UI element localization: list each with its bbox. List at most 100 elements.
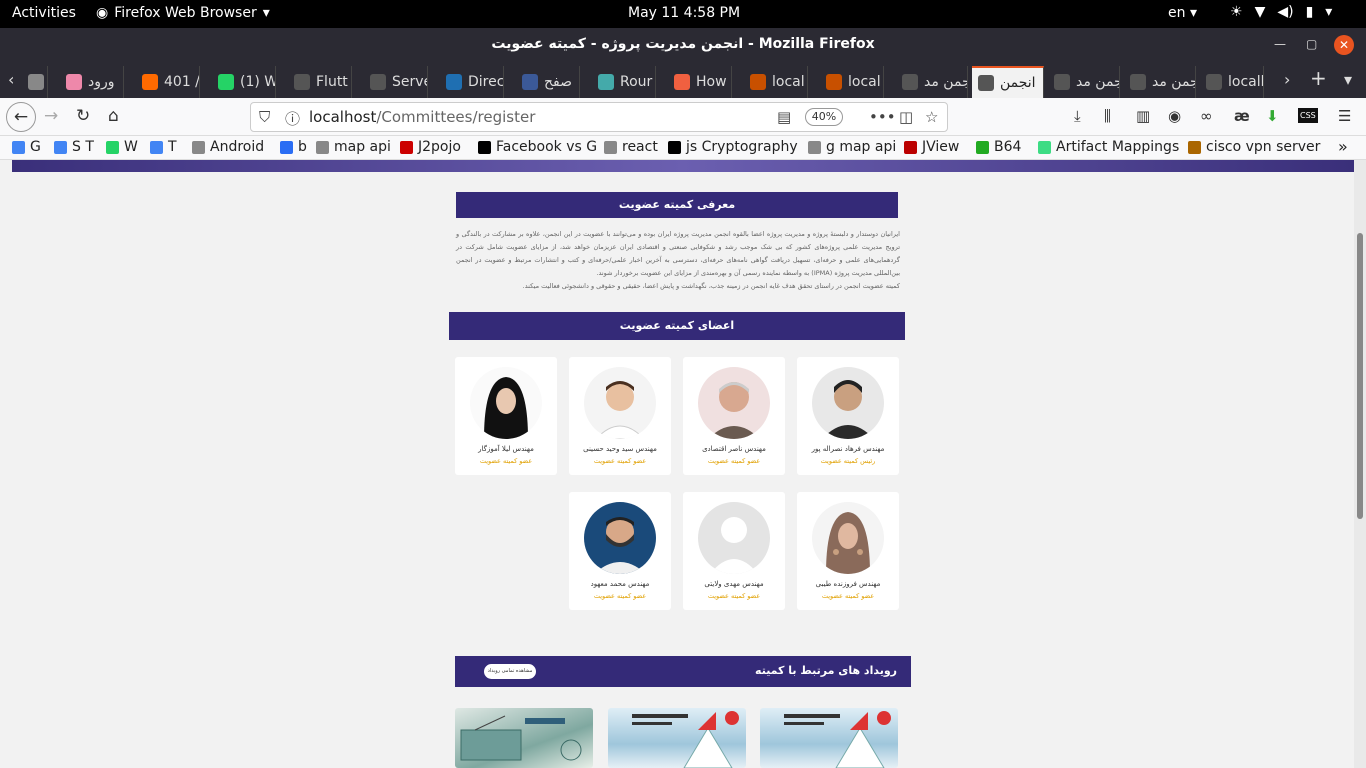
back-icon[interactable]: ← bbox=[6, 102, 36, 132]
page-scrollbar[interactable] bbox=[1354, 160, 1366, 768]
extension-css-icon[interactable]: CSS bbox=[1298, 108, 1318, 123]
library-icon[interactable]: ⫼ bbox=[1104, 107, 1111, 125]
bookmark-label: g map api bbox=[826, 139, 897, 155]
tab-list-icon[interactable]: ▾ bbox=[1344, 70, 1352, 89]
tab-favicon-icon bbox=[1054, 74, 1070, 90]
browser-tab[interactable]: 401 / bbox=[136, 66, 200, 98]
browser-tab[interactable]: انجمن مد bbox=[1124, 66, 1196, 98]
maximize-icon[interactable]: ▢ bbox=[1306, 37, 1317, 51]
bookmark-item[interactable]: Artifact Mappings bbox=[1038, 139, 1179, 155]
bookmark-favicon-icon bbox=[668, 140, 681, 154]
bookmark-item[interactable]: react bbox=[604, 139, 658, 155]
page-actions-icon[interactable]: ••• bbox=[869, 108, 896, 126]
system-tray[interactable]: ☀ ▼ ◀) ▮ ▾ bbox=[1230, 4, 1332, 20]
reader-view-icon[interactable]: ▤ bbox=[777, 108, 791, 126]
event-card[interactable] bbox=[760, 708, 898, 768]
tabs-scroll-right-icon[interactable]: › bbox=[1284, 70, 1290, 89]
app-menu[interactable]: ◉ Firefox Web Browser ▾ bbox=[96, 5, 270, 21]
url-text[interactable]: localhost/Committees/register bbox=[309, 108, 535, 126]
bookmark-item[interactable]: W bbox=[106, 139, 138, 155]
bookmark-favicon-icon bbox=[106, 140, 119, 154]
activities-button[interactable]: Activities bbox=[12, 5, 76, 21]
tab-label: local bbox=[848, 74, 881, 90]
clock[interactable]: May 11 4:58 PM bbox=[628, 5, 740, 21]
shield-icon[interactable]: ⛉ bbox=[259, 108, 270, 126]
member-card[interactable]: مهندس سید وحید حسینی عضو کمیته عضویت bbox=[569, 357, 671, 475]
bookmark-item[interactable]: cisco vpn server bbox=[1188, 139, 1320, 155]
bookmark-item[interactable]: G bbox=[12, 139, 41, 155]
bookmarks-bar: G S T W T Android b map api J2pojo Facebook vs G… bbox=[0, 136, 1366, 160]
member-card[interactable]: مهندس فرهاد نصراله پور رئیس کمیته عضویت bbox=[797, 357, 899, 475]
bookmark-star-icon[interactable]: ☆ bbox=[925, 108, 938, 126]
bookmark-item[interactable]: Facebook vs G bbox=[478, 139, 597, 155]
browser-tab[interactable]: انجمن مد bbox=[896, 66, 968, 98]
browser-tab[interactable]: Rour bbox=[592, 66, 656, 98]
bookmark-item[interactable]: map api bbox=[316, 139, 391, 155]
bookmark-item[interactable]: js Cryptography bbox=[668, 139, 798, 155]
extension-ae-icon[interactable]: æ bbox=[1234, 107, 1250, 125]
bookmark-item[interactable]: S T bbox=[54, 139, 94, 155]
bookmark-item[interactable]: g map api bbox=[808, 139, 896, 155]
browser-tab[interactable]: an bbox=[22, 66, 48, 98]
bookmark-item[interactable]: b bbox=[280, 139, 307, 155]
tab-favicon-icon bbox=[1206, 74, 1222, 90]
minimize-icon[interactable]: — bbox=[1274, 37, 1286, 51]
bookmark-item[interactable]: Android bbox=[192, 139, 264, 155]
member-card[interactable]: مهندس محمد معهود عضو کمیته عضویت bbox=[569, 492, 671, 610]
url-bar[interactable]: ⛉ ⓘ localhost/Committees/register ▤ 40% … bbox=[250, 102, 948, 132]
account-icon[interactable]: ◉ bbox=[1168, 107, 1181, 125]
intro-heading: معرفی کمیته عضویت bbox=[456, 192, 898, 218]
intro-text: ایرانیان دوستدار و دلبستهٔ پروژه و مدیری… bbox=[456, 228, 900, 293]
browser-tab[interactable]: انجمن مد bbox=[1048, 66, 1120, 98]
tab-label: انجمن مد bbox=[1152, 74, 1195, 90]
extension-icon[interactable]: ∞ bbox=[1200, 107, 1213, 125]
member-card[interactable]: مهندس فروزنده طیبی عضو کمیته عضویت bbox=[797, 492, 899, 610]
bookmark-item[interactable]: JView bbox=[904, 139, 959, 155]
browser-tab[interactable]: Direc bbox=[440, 66, 504, 98]
reload-icon[interactable]: ↻ bbox=[76, 106, 90, 126]
scrollbar-thumb[interactable] bbox=[1357, 233, 1363, 519]
browser-tab[interactable]: صفح bbox=[516, 66, 580, 98]
browser-tab[interactable]: ورود bbox=[60, 66, 124, 98]
close-window-button[interactable]: ✕ bbox=[1334, 35, 1354, 55]
bookmarks-overflow-icon[interactable]: » bbox=[1338, 137, 1348, 156]
member-name: مهندس ناصر اقتصادی bbox=[702, 445, 766, 453]
zoom-level[interactable]: 40% bbox=[805, 108, 843, 126]
bookmark-item[interactable]: J2pojo bbox=[400, 139, 461, 155]
member-card[interactable]: مهندس مهدی ولایتی عضو کمیته عضویت bbox=[683, 492, 785, 610]
brightness-icon: ☀ bbox=[1230, 4, 1243, 20]
bookmark-item[interactable]: B64 bbox=[976, 139, 1021, 155]
home-icon[interactable]: ⌂ bbox=[108, 106, 119, 126]
info-icon[interactable]: ⓘ bbox=[285, 108, 300, 129]
browser-tab[interactable]: (1) W bbox=[212, 66, 276, 98]
event-card[interactable] bbox=[455, 708, 593, 768]
tab-favicon-icon bbox=[66, 74, 82, 90]
browser-tab[interactable]: local bbox=[820, 66, 884, 98]
member-card[interactable]: مهندس ناصر اقتصادی عضو کمیته عضویت bbox=[683, 357, 785, 475]
member-card[interactable]: مهندس لیلا آموزگار عضو کمیته عضویت bbox=[455, 357, 557, 475]
volume-icon: ◀) bbox=[1277, 4, 1294, 20]
browser-tab[interactable]: Serve bbox=[364, 66, 428, 98]
events-header: رویداد های مرتبط با کمیته مشاهده تمامی ر… bbox=[455, 656, 911, 687]
view-all-events-button[interactable]: مشاهده تمامی رویداد bbox=[484, 664, 536, 679]
extension-android-icon[interactable]: ⬇ bbox=[1266, 107, 1279, 125]
close-tab-icon[interactable]: ✕ bbox=[1042, 75, 1043, 91]
browser-tab[interactable]: local bbox=[744, 66, 808, 98]
bookmark-label: js Cryptography bbox=[686, 139, 798, 155]
tabs-scroll-left-icon[interactable]: ‹ bbox=[8, 70, 14, 89]
event-card[interactable] bbox=[608, 708, 746, 768]
browser-tab[interactable]: How bbox=[668, 66, 732, 98]
browser-tab[interactable]: Flutt bbox=[288, 66, 352, 98]
downloads-icon[interactable]: ⤓ bbox=[1074, 107, 1081, 125]
sidebar-icon[interactable]: ▥ bbox=[1136, 107, 1150, 125]
bookmark-item[interactable]: T bbox=[150, 139, 177, 155]
browser-tab[interactable]: انجمن ✕ bbox=[972, 66, 1044, 98]
browser-tab[interactable]: localhos bbox=[1200, 66, 1264, 98]
language-indicator[interactable]: en ▾ bbox=[1168, 5, 1197, 21]
forward-icon[interactable]: → bbox=[44, 106, 58, 126]
menu-icon[interactable]: ☰ bbox=[1338, 107, 1351, 125]
wifi-icon: ▼ bbox=[1254, 4, 1266, 20]
tab-label: انجمن مد bbox=[1076, 74, 1119, 90]
new-tab-icon[interactable]: + bbox=[1310, 66, 1327, 90]
pocket-icon[interactable]: ◫ bbox=[899, 108, 913, 126]
